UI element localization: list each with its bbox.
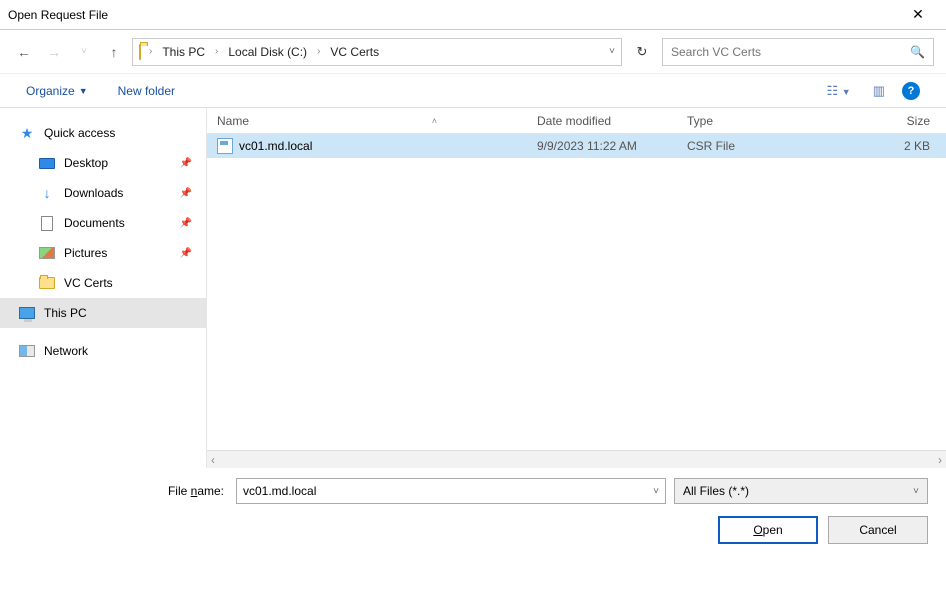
sidebar-item-pictures[interactable]: Pictures 📌: [0, 238, 206, 268]
file-type: CSR File: [677, 139, 817, 153]
open-button[interactable]: Open: [718, 516, 818, 544]
col-date[interactable]: Date modified: [527, 114, 677, 128]
back-icon[interactable]: ←: [12, 44, 36, 60]
forward-icon: →: [42, 44, 66, 60]
new-folder-button[interactable]: New folder: [118, 84, 175, 98]
sidebar-label: VC Certs: [64, 276, 113, 290]
sidebar-label: Network: [44, 344, 88, 358]
file-row[interactable]: vc01.md.local 9/9/2023 11:22 AM CSR File…: [207, 134, 946, 158]
bottom-panel: File name: ˅ All Files (*.*) ˅ Open Canc…: [0, 468, 946, 544]
search-field[interactable]: [671, 45, 910, 59]
nav-row: ← → ˅ ↑ › This PC › Local Disk (C:) › VC…: [0, 30, 946, 74]
col-size[interactable]: Size: [817, 114, 946, 128]
pc-icon: [18, 305, 36, 321]
search-icon[interactable]: 🔍: [910, 45, 925, 59]
download-icon: ↓: [38, 185, 56, 201]
help-icon[interactable]: ?: [902, 82, 920, 100]
recent-dropdown-icon[interactable]: ˅: [72, 46, 96, 57]
address-bar[interactable]: › This PC › Local Disk (C:) › VC Certs ˅: [132, 38, 622, 66]
file-type-filter[interactable]: All Files (*.*) ˅: [674, 478, 928, 504]
address-dropdown-icon[interactable]: ˅: [609, 46, 615, 57]
col-type[interactable]: Type: [677, 114, 817, 128]
breadcrumb-seg[interactable]: VC Certs: [328, 45, 381, 59]
horizontal-scrollbar[interactable]: ‹ ›: [207, 450, 946, 468]
filter-label: All Files (*.*): [683, 484, 749, 498]
sidebar-item-desktop[interactable]: Desktop 📌: [0, 148, 206, 178]
file-size: 2 KB: [817, 139, 946, 153]
file-pane: Name ˄ Date modified Type Size vc01.md.l…: [206, 108, 946, 468]
filename-combo[interactable]: ˅: [236, 478, 666, 504]
breadcrumb-seg[interactable]: Local Disk (C:): [226, 45, 309, 59]
scroll-left-icon[interactable]: ‹: [211, 453, 215, 467]
folder-icon: [139, 45, 141, 59]
network-icon: [18, 343, 36, 359]
file-name: vc01.md.local: [239, 139, 312, 153]
pictures-icon: [38, 245, 56, 261]
chevron-down-icon: ▼: [79, 86, 88, 96]
sidebar-item-documents[interactable]: Documents 📌: [0, 208, 206, 238]
main-content: ★ Quick access Desktop 📌 ↓ Downloads 📌 D…: [0, 108, 946, 468]
pin-icon: 📌: [180, 158, 192, 169]
sidebar-item-vc-certs[interactable]: VC Certs: [0, 268, 206, 298]
pin-icon: 📌: [180, 188, 192, 199]
cancel-button[interactable]: Cancel: [828, 516, 928, 544]
close-icon[interactable]: ✕: [898, 6, 938, 23]
sidebar-label: Downloads: [64, 186, 123, 200]
star-icon: ★: [18, 125, 36, 141]
up-icon[interactable]: ↑: [102, 44, 126, 60]
chevron-right-icon[interactable]: ›: [213, 46, 220, 57]
sidebar-item-this-pc[interactable]: This PC: [0, 298, 206, 328]
desktop-icon: [38, 155, 56, 171]
sidebar-label: Quick access: [44, 126, 115, 140]
view-mode-button[interactable]: ☷ ▼: [822, 80, 856, 102]
sidebar-item-network[interactable]: Network: [0, 336, 206, 366]
sidebar-item-quick-access[interactable]: ★ Quick access: [0, 118, 206, 148]
search-input[interactable]: 🔍: [662, 38, 934, 66]
refresh-icon[interactable]: ↻: [628, 44, 656, 60]
file-icon: [217, 138, 233, 154]
toolbar: Organize ▼ New folder ☷ ▼ ▥ ?: [0, 74, 946, 108]
chevron-down-icon[interactable]: ˅: [653, 486, 659, 497]
sidebar-item-downloads[interactable]: ↓ Downloads 📌: [0, 178, 206, 208]
file-date: 9/9/2023 11:22 AM: [527, 139, 677, 153]
organize-label: Organize: [26, 84, 75, 98]
sidebar-label: This PC: [44, 306, 87, 320]
column-headers: Name ˄ Date modified Type Size: [207, 108, 946, 134]
sidebar-label: Pictures: [64, 246, 107, 260]
chevron-right-icon[interactable]: ›: [147, 46, 154, 57]
sidebar-label: Documents: [64, 216, 125, 230]
pin-icon: 📌: [180, 248, 192, 259]
titlebar: Open Request File ✕: [0, 0, 946, 30]
filename-input[interactable]: [243, 484, 653, 498]
scroll-right-icon[interactable]: ›: [938, 453, 942, 467]
sidebar: ★ Quick access Desktop 📌 ↓ Downloads 📌 D…: [0, 108, 206, 468]
window-title: Open Request File: [8, 8, 108, 22]
col-name[interactable]: Name ˄: [207, 114, 527, 128]
filename-label: File name:: [18, 484, 228, 498]
organize-button[interactable]: Organize ▼: [26, 84, 88, 98]
preview-pane-button[interactable]: ▥: [868, 80, 890, 102]
chevron-right-icon[interactable]: ›: [315, 46, 322, 57]
folder-icon: [38, 275, 56, 291]
sort-asc-icon: ˄: [432, 116, 527, 126]
file-list: vc01.md.local 9/9/2023 11:22 AM CSR File…: [207, 134, 946, 450]
breadcrumb-seg[interactable]: This PC: [160, 45, 207, 59]
sidebar-label: Desktop: [64, 156, 108, 170]
pin-icon: 📌: [180, 218, 192, 229]
document-icon: [38, 215, 56, 231]
chevron-down-icon[interactable]: ˅: [913, 486, 919, 497]
